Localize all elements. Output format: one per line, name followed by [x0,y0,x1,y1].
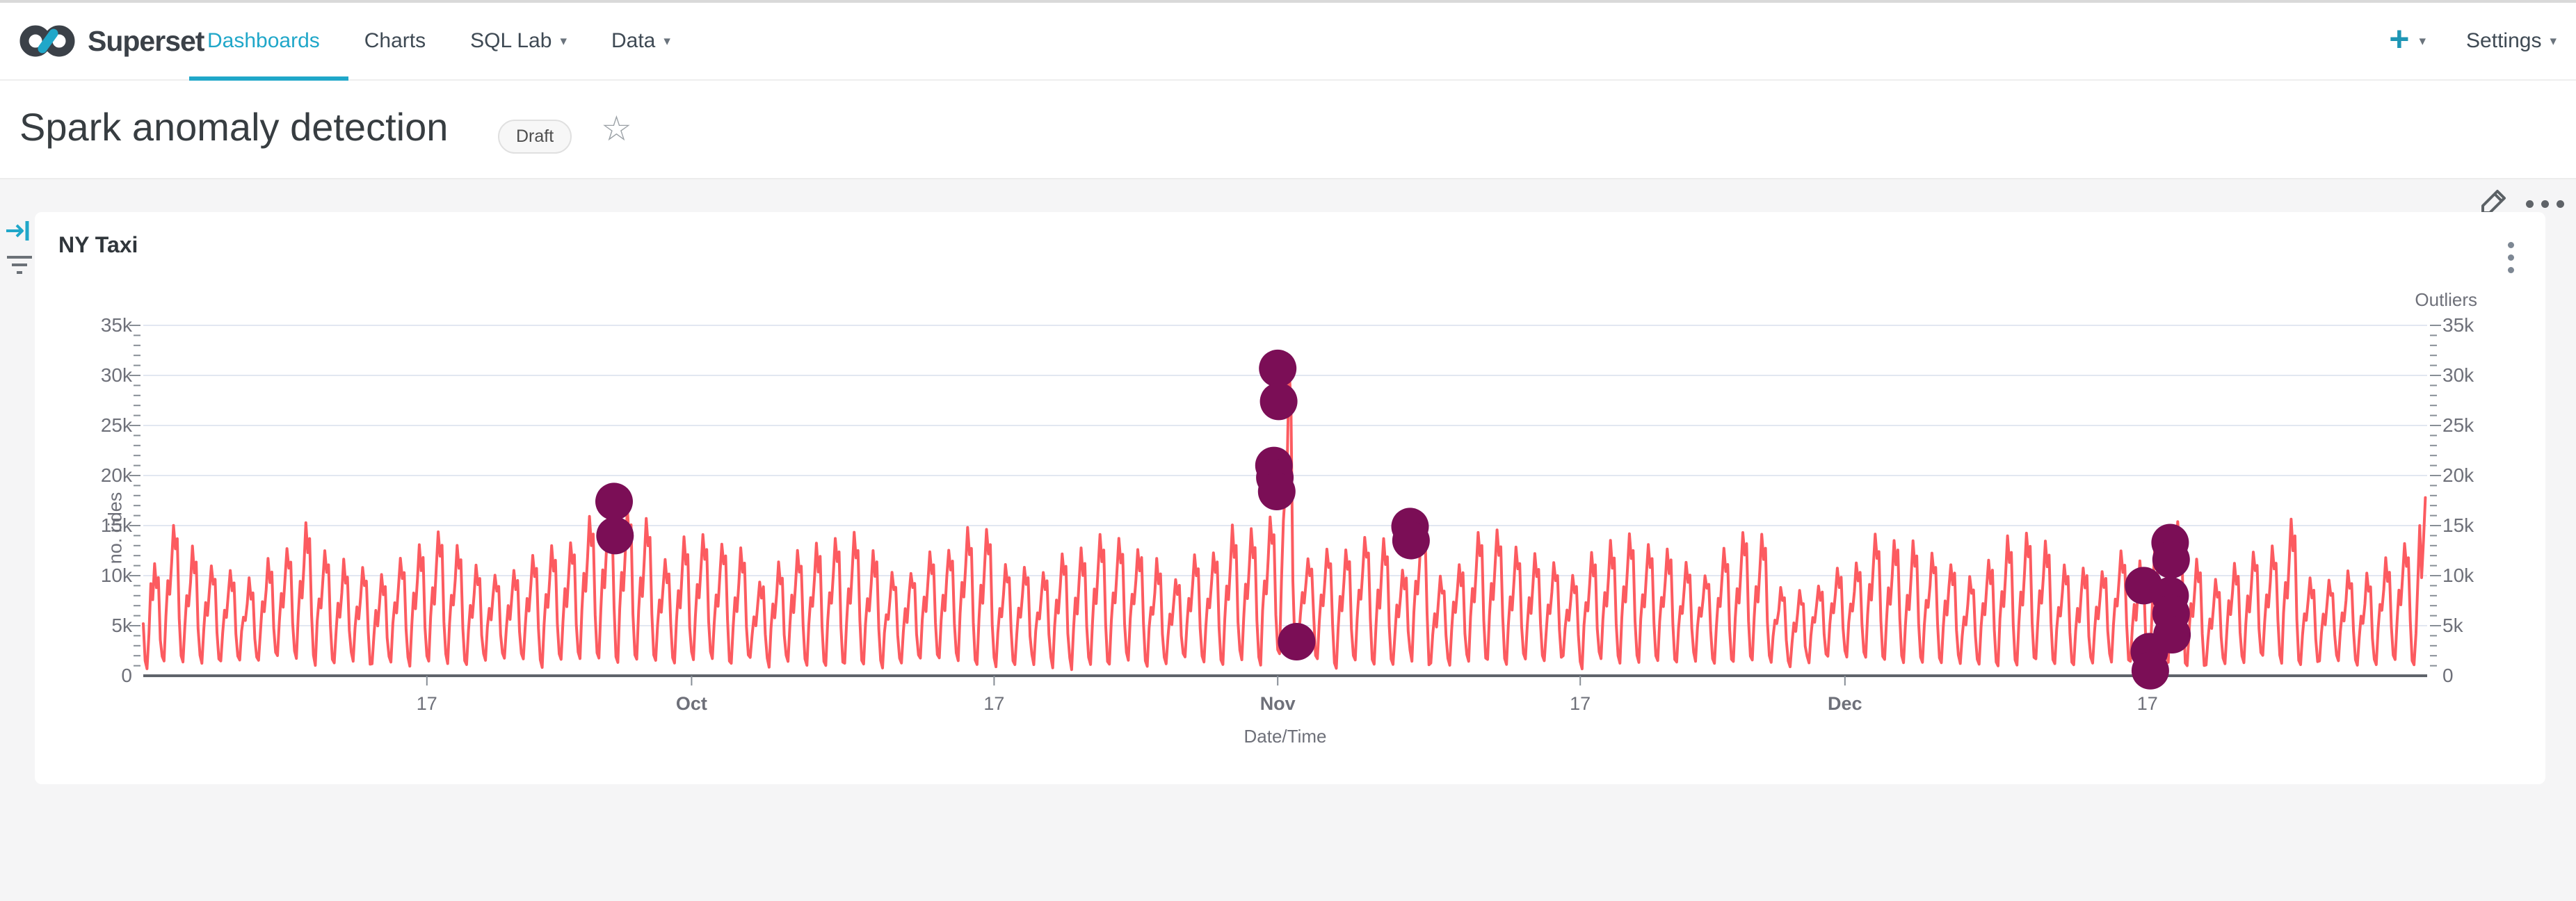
x-tick-label: Nov [1229,693,1326,715]
y-tick-label-left: 30k [70,364,132,387]
x-tick-label: Dec [1796,693,1894,715]
y-tick-label-left: 0 [70,664,132,688]
y-tick-label-left: 25k [70,414,132,437]
right-axis-title: Outliers [2337,289,2477,311]
x-tick-label: 17 [945,693,1043,715]
y-tick-label-right: 30k [2442,364,2505,387]
x-tick-label: Oct [643,693,740,715]
y-tick-label-right: 5k [2442,614,2505,638]
y-tick-label-right: 25k [2442,414,2505,437]
x-tick-label: 17 [378,693,476,715]
superset-dashboard-page: Superset Dashboards Charts SQL Lab ▾ Dat… [0,0,2576,901]
x-tick-label: 17 [1531,693,1629,715]
x-tick-label: 17 [2099,693,2196,715]
timeseries-chart [0,0,2576,901]
y-tick-label-left: 20k [70,464,132,487]
y-tick-label-left: 10k [70,564,132,587]
y-tick-label-right: 0 [2442,664,2505,688]
y-tick-label-right: 20k [2442,464,2505,487]
y-tick-label-left: 35k [70,314,132,337]
y-tick-label-right: 15k [2442,514,2505,537]
y-tick-label-left: 15k [70,514,132,537]
x-axis-title: Date/Time [1209,726,1362,747]
y-tick-label-left: 5k [70,614,132,638]
y-tick-label-right: 35k [2442,314,2505,337]
y-tick-label-right: 10k [2442,564,2505,587]
